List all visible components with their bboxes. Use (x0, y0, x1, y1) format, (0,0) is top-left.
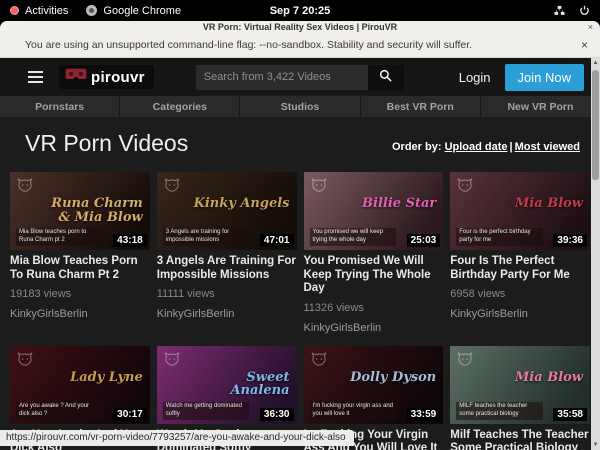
main-content: VR Porn Videos Order by: Upload date|Mos… (0, 117, 600, 450)
search-input[interactable] (196, 65, 368, 90)
nav-item-studios[interactable]: Studios (240, 96, 360, 117)
order-by-label: Order by: (392, 141, 442, 153)
video-thumbnail[interactable]: Sweet Analena Watch me getting dominated … (157, 346, 297, 424)
nav-item-categories[interactable]: Categories (120, 96, 240, 117)
scrollbar-thumb[interactable] (592, 70, 599, 180)
studio-cat-logo-icon (17, 352, 33, 371)
video-studio-link[interactable]: KinkyGirlsBerlin (157, 308, 297, 320)
thumbnail-overlay-title: Sweet Analena (192, 371, 290, 398)
infobar: You are using an unsupported command-lin… (0, 33, 600, 58)
video-grid: Runa Charm & Mia Blow Mia Blow teaches po… (10, 172, 590, 450)
thumbnail-overlay-title: Kinky Angels (194, 197, 290, 211)
video-studio-link[interactable]: KinkyGirlsBerlin (10, 308, 150, 320)
login-link[interactable]: Login (459, 70, 491, 85)
video-card[interactable]: Mia Blow Four is the perfect birthday par… (450, 172, 590, 334)
studio-cat-logo-icon (457, 352, 473, 371)
thumbnail-overlay-title: Mia Blow (515, 197, 583, 211)
studio-cat-logo-icon (164, 178, 180, 197)
video-thumbnail[interactable]: Kinky Angels 3 Angels are training for im… (157, 172, 297, 250)
video-thumbnail[interactable]: Mia Blow Four is the perfect birthday par… (450, 172, 590, 250)
video-title[interactable]: Milf Teaches The Teacher Some Practical … (450, 429, 590, 450)
site-logo-text: pirouvr (91, 69, 145, 86)
studio-cat-logo-icon (311, 352, 327, 371)
video-thumbnail[interactable]: Mia Blow MILF teaches the teacher some pr… (450, 346, 590, 424)
thumbnail-caption: Are you awake ? And your dick also ? (16, 402, 103, 420)
status-url: https://pirouvr.com/vr-porn-video/779325… (0, 430, 354, 446)
duration-badge: 30:17 (113, 408, 147, 421)
thumbnail-caption: You promised we will keep trying the who… (310, 228, 397, 246)
duration-badge: 33:59 (407, 408, 441, 421)
duration-badge: 35:58 (553, 408, 587, 421)
vr-goggles-icon (65, 68, 87, 86)
video-thumbnail[interactable]: Billie Star You promised we will keep try… (304, 172, 444, 250)
video-views: 11326 views (304, 302, 444, 314)
power-icon[interactable] (579, 5, 590, 16)
thumbnail-caption: I'm fucking your virgin ass and you will… (310, 402, 397, 420)
video-studio-link[interactable]: KinkyGirlsBerlin (450, 308, 590, 320)
video-thumbnail[interactable]: Runa Charm & Mia Blow Mia Blow teaches po… (10, 172, 150, 250)
thumbnail-overlay-title: Lady Lyne (70, 371, 143, 385)
window-title: VR Porn: Virtual Reality Sex Videos | Pi… (203, 22, 397, 32)
studio-cat-logo-icon (457, 178, 473, 197)
duration-badge: 25:03 (407, 234, 441, 247)
studio-cat-logo-icon (17, 178, 33, 197)
video-views: 19183 views (10, 288, 150, 300)
video-thumbnail[interactable]: Dolly Dyson I'm fucking your virgin ass a… (304, 346, 444, 424)
infobar-close-icon[interactable]: × (581, 38, 588, 52)
order-upload-date-link[interactable]: Upload date (445, 141, 508, 153)
video-card[interactable]: Runa Charm & Mia Blow Mia Blow teaches po… (10, 172, 150, 334)
video-views: 6958 views (450, 288, 590, 300)
thumbnail-overlay-title: Billie Star (362, 197, 436, 211)
thumbnail-overlay-title: Mia Blow (515, 371, 583, 385)
video-title[interactable]: You Promised We Will Keep Trying The Who… (304, 255, 444, 296)
site-logo[interactable]: pirouvr (59, 65, 154, 89)
infobar-message: You are using an unsupported command-lin… (25, 39, 472, 51)
nav-item-pornstars[interactable]: Pornstars (0, 96, 120, 117)
category-nav: PornstarsCategoriesStudiosBest VR PornNe… (0, 96, 600, 117)
menu-hamburger-icon[interactable] (28, 68, 43, 86)
video-thumbnail[interactable]: Lady Lyne Are you awake ? And your dick a… (10, 346, 150, 424)
scroll-up-icon[interactable]: ▲ (593, 58, 599, 68)
clock[interactable]: Sep 7 20:25 (0, 5, 600, 17)
network-icon[interactable] (554, 5, 565, 16)
video-card[interactable]: Mia Blow MILF teaches the teacher some pr… (450, 346, 590, 450)
video-views: 11111 views (157, 288, 297, 300)
scrollbar[interactable]: ▲ ▼ (591, 58, 600, 450)
thumbnail-caption: 3 Angels are training for impossible mis… (163, 228, 250, 246)
video-studio-link[interactable]: KinkyGirlsBerlin (304, 322, 444, 334)
page-title: VR Porn Videos (25, 130, 188, 157)
join-now-button[interactable]: Join Now (505, 64, 584, 91)
video-card[interactable]: Billie Star You promised we will keep try… (304, 172, 444, 334)
video-title[interactable]: Four Is The Perfect Birthday Party For M… (450, 255, 590, 282)
window-title-bar: VR Porn: Virtual Reality Sex Videos | Pi… (0, 21, 600, 33)
thumbnail-caption: Four is the perfect birthday party for m… (456, 228, 543, 246)
thumbnail-caption: Mia Blow teaches porn to Runa Charm pt 2 (16, 228, 103, 246)
thumbnail-overlay-title: Runa Charm & Mia Blow (45, 197, 143, 224)
duration-badge: 36:30 (260, 408, 294, 421)
duration-badge: 43:18 (113, 234, 147, 247)
order-by: Order by: Upload date|Most viewed (392, 141, 580, 157)
nav-item-new-vr-porn[interactable]: New VR Porn (481, 96, 600, 117)
video-card[interactable]: Kinky Angels 3 Angels are training for im… (157, 172, 297, 334)
search-icon (379, 69, 392, 85)
thumbnail-caption: MILF teaches the teacher some practical … (456, 402, 543, 420)
duration-badge: 39:36 (553, 234, 587, 247)
nav-item-best-vr-porn[interactable]: Best VR Porn (361, 96, 481, 117)
search-button[interactable] (368, 65, 404, 90)
system-top-bar: Activities Google Chrome Sep 7 20:25 (0, 0, 600, 21)
video-title[interactable]: 3 Angels Are Training For Impossible Mis… (157, 255, 297, 282)
scroll-down-icon[interactable]: ▼ (593, 440, 599, 450)
thumbnail-overlay-title: Dolly Dyson (350, 371, 436, 385)
video-title[interactable]: Mia Blow Teaches Porn To Runa Charm Pt 2 (10, 255, 150, 282)
site-header: pirouvr Login Join Now (0, 58, 600, 96)
thumbnail-caption: Watch me getting dominated softly (163, 402, 250, 420)
studio-cat-logo-icon (311, 178, 327, 197)
order-most-viewed-link[interactable]: Most viewed (515, 141, 580, 153)
window-close-icon[interactable]: × (588, 21, 593, 33)
duration-badge: 47:01 (260, 234, 294, 247)
studio-cat-logo-icon (164, 352, 180, 371)
